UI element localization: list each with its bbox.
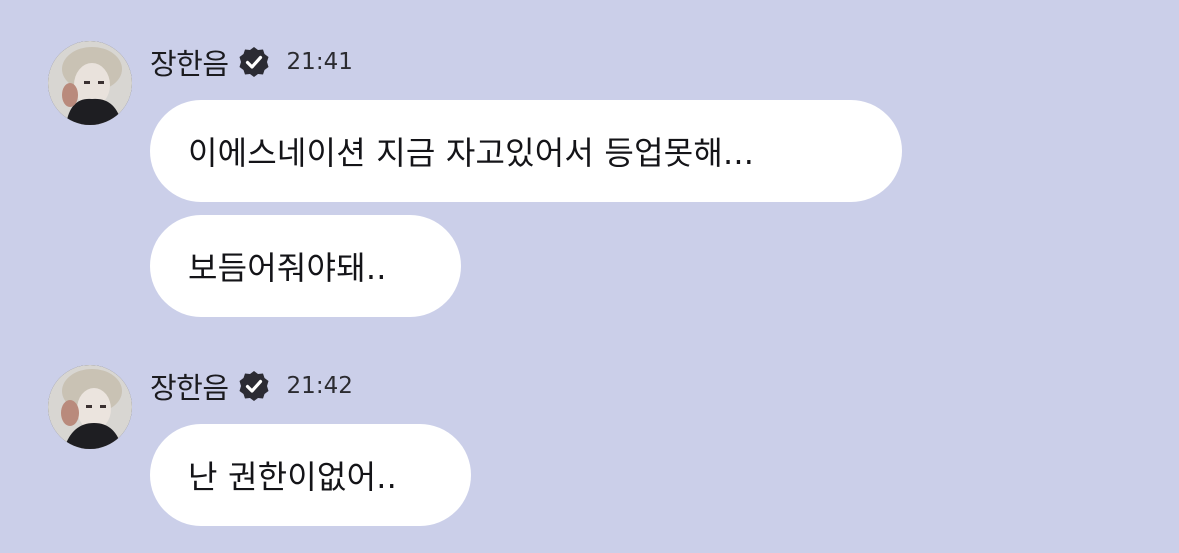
avatar[interactable] — [48, 365, 132, 449]
verified-badge-icon — [237, 369, 271, 403]
sender-name[interactable]: 장한음 — [150, 41, 229, 83]
message-time: 21:42 — [286, 373, 353, 399]
message-bubble[interactable]: 보듬어줘야돼.. — [150, 215, 461, 317]
avatar-photo — [48, 365, 132, 449]
message-bubble[interactable]: 난 권한이없어.. — [150, 424, 471, 526]
verified-badge-icon — [237, 45, 271, 79]
message-header: 장한음 21:41 — [150, 42, 353, 82]
message-header: 장한음 21:42 — [150, 366, 353, 406]
sender-name[interactable]: 장한음 — [150, 365, 229, 407]
message-bubble[interactable]: 이에스네이션 지금 자고있어서 등업못해... — [150, 100, 902, 202]
message-time: 21:41 — [286, 49, 353, 75]
avatar-photo — [48, 41, 132, 125]
avatar[interactable] — [48, 41, 132, 125]
